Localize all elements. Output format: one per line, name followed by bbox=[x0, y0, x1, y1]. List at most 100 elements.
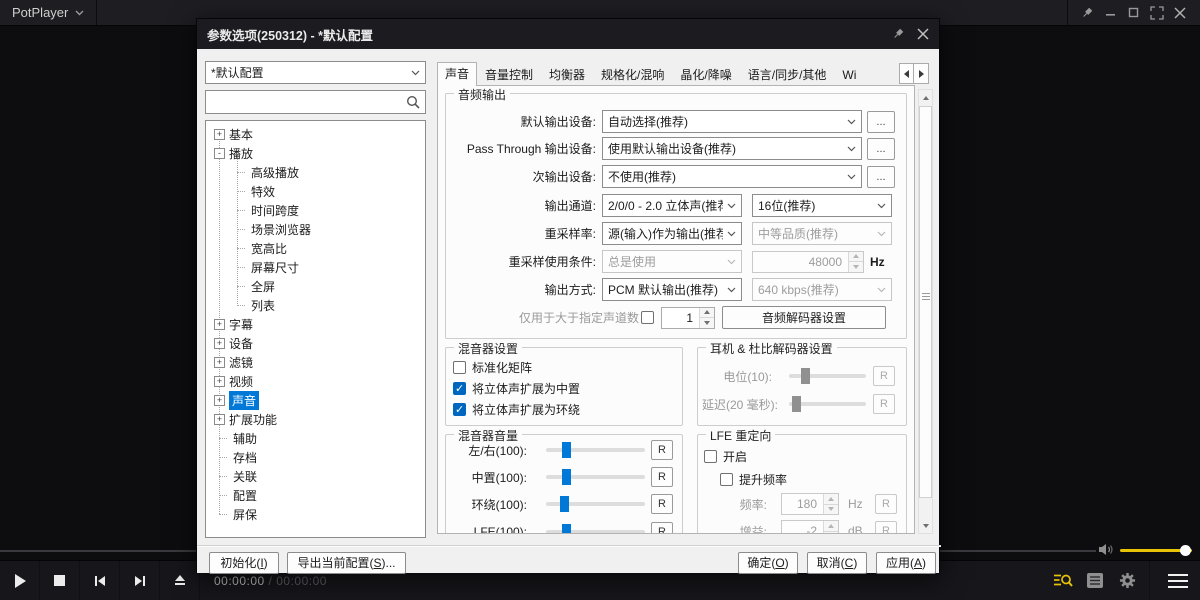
dialog-titlebar[interactable]: 参数选项(250312) - *默认配置 bbox=[197, 19, 939, 49]
secondary-output-device-select[interactable]: 不使用(推荐) bbox=[602, 165, 862, 188]
scroll-up-button[interactable] bbox=[919, 90, 932, 105]
tree-item-effects[interactable]: 特效 bbox=[206, 182, 425, 201]
previous-button[interactable] bbox=[80, 561, 120, 600]
stereo-to-center-option[interactable]: 将立体声扩展为中置 bbox=[453, 380, 580, 397]
lfe-enable-option[interactable]: 开启 bbox=[704, 448, 747, 465]
spin-up-button[interactable] bbox=[700, 308, 714, 318]
tree-item-screen-size[interactable]: 屏幕尺寸 bbox=[206, 258, 425, 277]
resample-condition-select[interactable]: 总是使用 bbox=[602, 250, 742, 273]
close-icon[interactable] bbox=[1174, 7, 1186, 19]
menu-button[interactable] bbox=[1156, 561, 1200, 600]
tree-item-association[interactable]: 关联 bbox=[206, 467, 425, 486]
tab-scroll-right-button[interactable] bbox=[914, 63, 929, 84]
eject-button[interactable] bbox=[160, 561, 200, 600]
tree-item-extensions[interactable]: +扩展功能 bbox=[206, 410, 425, 429]
tree-item-video[interactable]: +视频 bbox=[206, 372, 425, 391]
tab-scroll-left-button[interactable] bbox=[899, 63, 914, 84]
initialize-button[interactable]: 初始化(I) bbox=[209, 552, 279, 574]
pin-icon[interactable] bbox=[891, 27, 905, 41]
expander-icon[interactable]: + bbox=[214, 129, 225, 140]
reset-button[interactable]: R bbox=[875, 521, 897, 534]
tree-item-audio[interactable]: +声音 bbox=[206, 391, 425, 410]
passthrough-output-device-select[interactable]: 使用默认输出设备(推荐) bbox=[602, 137, 862, 160]
slider-thumb[interactable] bbox=[562, 469, 571, 485]
maximize-icon[interactable] bbox=[1127, 6, 1140, 19]
tree-item-screensaver[interactable]: 屏保 bbox=[206, 505, 425, 524]
slider-thumb[interactable] bbox=[801, 368, 810, 384]
reset-button[interactable]: R bbox=[651, 467, 673, 487]
tree-item-basic[interactable]: +基本 bbox=[206, 125, 425, 144]
expander-icon[interactable]: + bbox=[214, 357, 225, 368]
tab-equalizer[interactable]: 均衡器 bbox=[541, 64, 593, 86]
volume-slider[interactable] bbox=[1120, 549, 1192, 552]
expander-icon[interactable]: + bbox=[214, 376, 225, 387]
browse-button[interactable]: ... bbox=[867, 138, 895, 160]
scene-search-button[interactable] bbox=[1047, 561, 1079, 600]
search-input[interactable] bbox=[206, 91, 406, 113]
next-button[interactable] bbox=[120, 561, 160, 600]
fullscreen-icon[interactable] bbox=[1150, 6, 1164, 20]
browse-button[interactable]: ... bbox=[867, 166, 895, 188]
tree-item-fullscreen[interactable]: 全屏 bbox=[206, 277, 425, 296]
resample-quality-select[interactable]: 中等品质(推荐) bbox=[752, 222, 892, 245]
lfe-slider[interactable] bbox=[546, 530, 645, 534]
boost-frequency-option[interactable]: 提升频率 bbox=[720, 471, 787, 488]
slider-thumb[interactable] bbox=[562, 442, 571, 458]
volume-thumb[interactable] bbox=[1180, 545, 1191, 556]
playlist-button[interactable] bbox=[1079, 561, 1111, 600]
expander-icon[interactable]: + bbox=[214, 395, 225, 406]
reset-button[interactable]: R bbox=[875, 494, 897, 514]
audio-decoder-settings-button[interactable]: 音频解码器设置 bbox=[722, 306, 886, 329]
panel-scrollbar[interactable] bbox=[918, 89, 933, 534]
normalize-matrix-option[interactable]: 标准化矩阵 bbox=[453, 359, 532, 376]
tab-normalize-reverb[interactable]: 规格化/混响 bbox=[593, 64, 672, 86]
expander-icon[interactable]: + bbox=[214, 319, 225, 330]
play-button[interactable] bbox=[0, 561, 40, 600]
stereo-to-surround-checkbox[interactable] bbox=[453, 403, 466, 416]
normalize-matrix-checkbox[interactable] bbox=[453, 361, 466, 374]
tree-item-config[interactable]: 配置 bbox=[206, 486, 425, 505]
tree-item-advanced-playback[interactable]: 高级播放 bbox=[206, 163, 425, 182]
settings-button[interactable] bbox=[1111, 561, 1143, 600]
scroll-down-button[interactable] bbox=[919, 518, 932, 533]
tree-item-scene-browser[interactable]: 场景浏览器 bbox=[206, 220, 425, 239]
bit-depth-select[interactable]: 16位(推荐) bbox=[752, 194, 892, 217]
browse-button[interactable]: ... bbox=[867, 111, 895, 133]
expander-icon[interactable]: - bbox=[214, 148, 225, 159]
spin-down-button[interactable] bbox=[824, 504, 838, 515]
close-icon[interactable] bbox=[917, 28, 929, 40]
tab-language-sync-other[interactable]: 语言/同步/其他 bbox=[740, 64, 835, 86]
reset-button[interactable]: R bbox=[651, 494, 673, 514]
tree-item-time-span[interactable]: 时间跨度 bbox=[206, 201, 425, 220]
output-channels-select[interactable]: 2/0/0 - 2.0 立体声(推荐) bbox=[602, 194, 742, 217]
speaker-icon[interactable] bbox=[1098, 542, 1115, 557]
slider-thumb[interactable] bbox=[560, 496, 569, 512]
ok-button[interactable]: 确定(O) bbox=[738, 552, 798, 574]
delay-slider[interactable] bbox=[789, 402, 866, 406]
reset-button[interactable]: R bbox=[651, 440, 673, 460]
stereo-to-center-checkbox[interactable] bbox=[453, 382, 466, 395]
surround-slider[interactable] bbox=[546, 502, 645, 506]
channel-count-spinner[interactable]: 1 bbox=[661, 307, 715, 329]
boost-frequency-checkbox[interactable] bbox=[720, 473, 733, 486]
spin-up-button[interactable] bbox=[824, 494, 838, 504]
tree-item-devices[interactable]: +设备 bbox=[206, 334, 425, 353]
reset-button[interactable]: R bbox=[651, 522, 673, 534]
export-config-button[interactable]: 导出当前配置(S)... bbox=[287, 552, 406, 574]
reset-button[interactable]: R bbox=[873, 366, 895, 386]
left-right-slider[interactable] bbox=[546, 448, 645, 452]
scrollbar-thumb[interactable] bbox=[919, 106, 932, 498]
spin-down-button[interactable] bbox=[849, 261, 863, 272]
apply-button[interactable]: 应用(A) bbox=[876, 552, 936, 574]
tab-truncated[interactable]: Wi bbox=[834, 64, 864, 86]
tab-volume-control[interactable]: 音量控制 bbox=[477, 64, 541, 86]
tree-item-playlist[interactable]: 列表 bbox=[206, 296, 425, 315]
spin-down-button[interactable] bbox=[700, 317, 714, 328]
spin-up-button[interactable] bbox=[824, 521, 838, 531]
potential-slider[interactable] bbox=[789, 374, 866, 378]
tab-audio[interactable]: 声音 bbox=[437, 62, 477, 86]
profile-select[interactable]: *默认配置 bbox=[205, 61, 426, 84]
stop-button[interactable] bbox=[40, 561, 80, 600]
minimize-icon[interactable] bbox=[1104, 6, 1117, 19]
output-format-select[interactable]: PCM 默认输出(推荐) bbox=[602, 278, 742, 301]
